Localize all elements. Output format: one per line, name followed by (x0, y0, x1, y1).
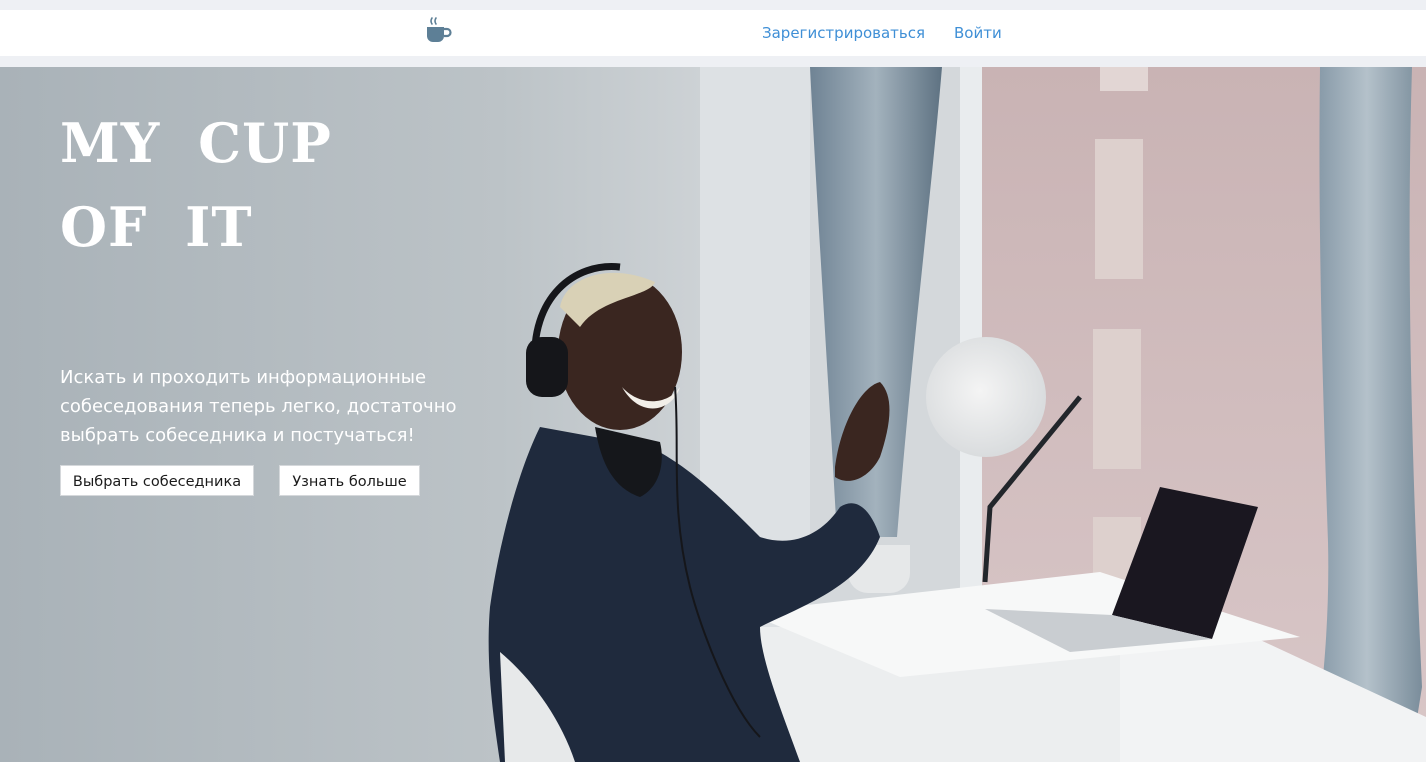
login-link[interactable]: Войти (954, 24, 1002, 42)
hero-section: MY CUP OF IT Искать и проходить информац… (0, 67, 1426, 762)
nav-gap (0, 56, 1426, 67)
navbar: Зарегистрироваться Войти (0, 10, 1426, 56)
hero-title-line-1: MY CUP (60, 111, 332, 175)
register-link[interactable]: Зарегистрироваться (762, 24, 925, 42)
coffee-cup-icon[interactable] (424, 15, 456, 45)
hero-subtitle: Искать и проходить информационные собесе… (60, 367, 457, 446)
choose-interviewer-button[interactable]: Выбрать собеседника (60, 465, 254, 496)
learn-more-button[interactable]: Узнать больше (279, 465, 420, 496)
top-strip (0, 0, 1426, 10)
hero-title-line-2: OF IT (60, 195, 253, 259)
